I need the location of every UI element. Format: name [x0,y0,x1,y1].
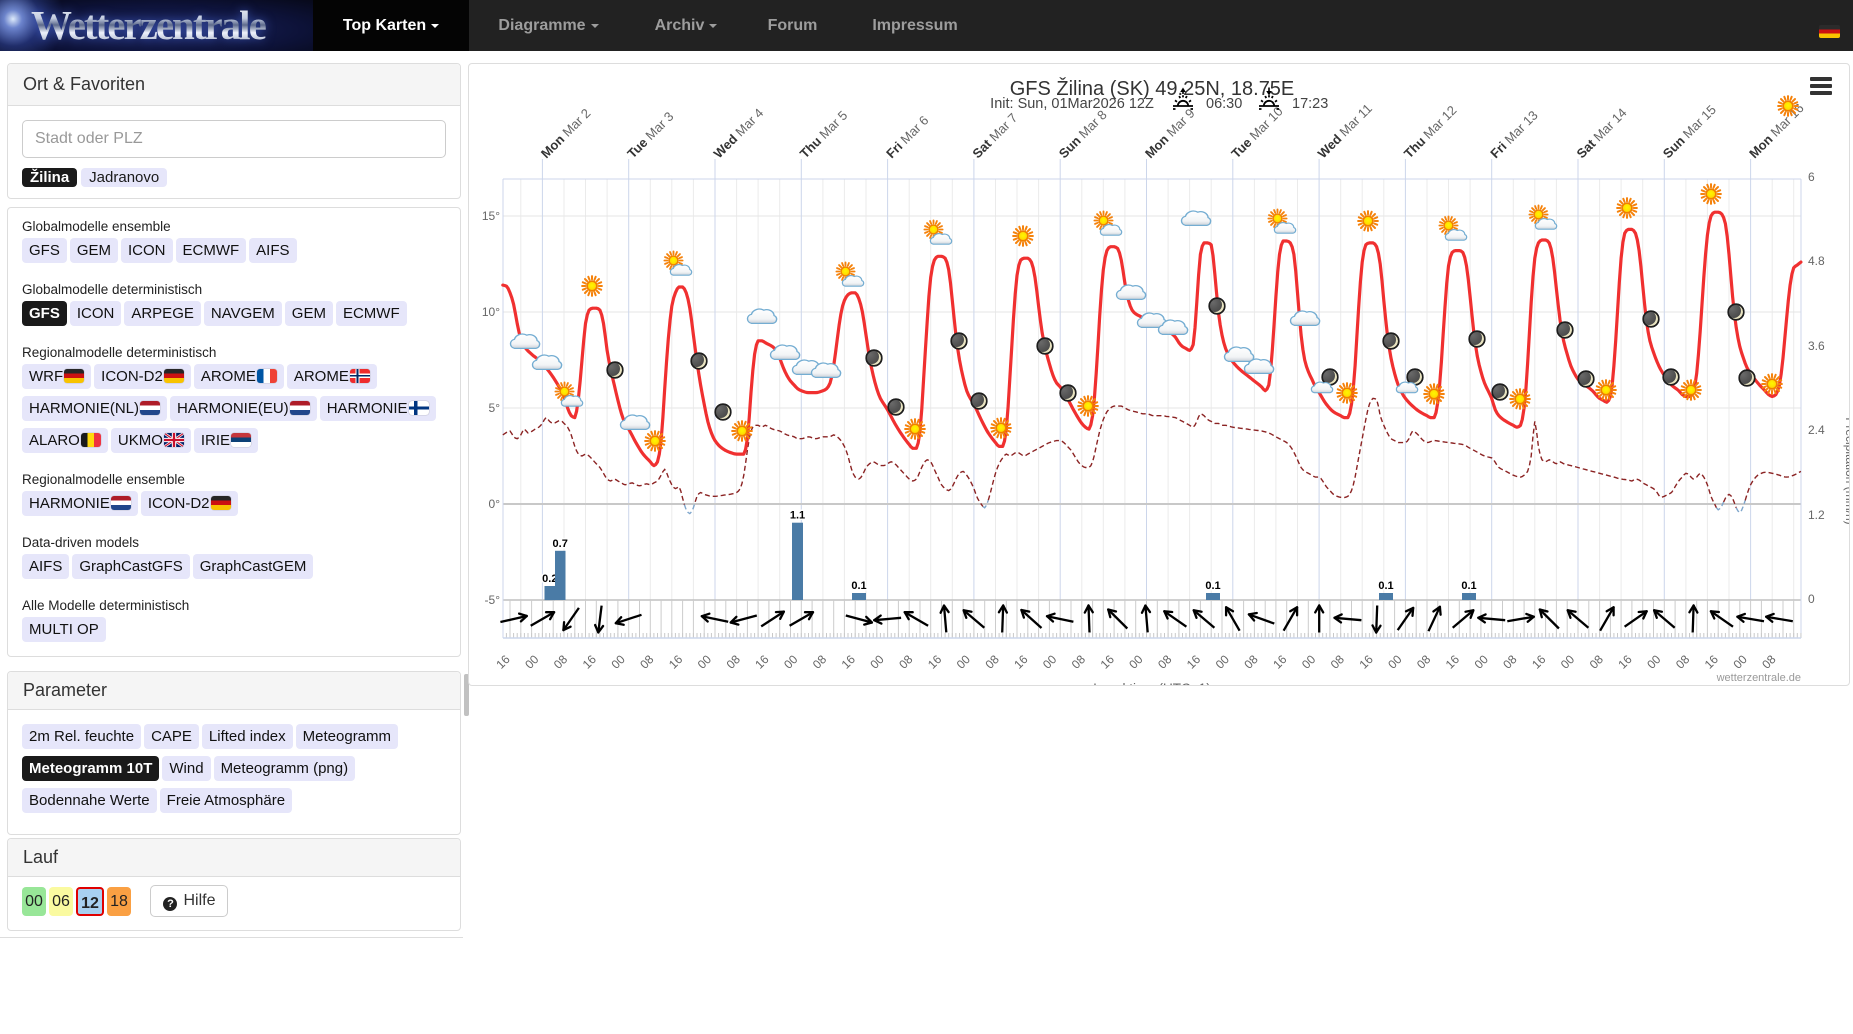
svg-text:08: 08 [1241,652,1261,672]
svg-text:-5°: -5° [485,593,501,607]
svg-text:06:30: 06:30 [1206,96,1242,112]
svg-text:16: 16 [925,652,945,672]
svg-text:17:23: 17:23 [1292,96,1328,112]
svg-text:Precipitation (mm/h): Precipitation (mm/h) [1843,417,1850,524]
svg-text:4.8: 4.8 [1808,254,1825,268]
svg-text:15°: 15° [482,209,500,223]
svg-text:00: 00 [867,652,887,672]
svg-text:08: 08 [1069,652,1089,672]
svg-text:16: 16 [493,652,513,672]
svg-text:08: 08 [1414,652,1434,672]
svg-text:16: 16 [1615,652,1635,672]
svg-text:00: 00 [1558,652,1578,672]
svg-text:wetterzentrale.de: wetterzentrale.de [1716,672,1801,684]
svg-text:16: 16 [1702,652,1722,672]
svg-text:00: 00 [954,652,974,672]
svg-text:16: 16 [666,652,686,672]
svg-text:1.1: 1.1 [790,510,805,522]
svg-text:Fri Mar 13: Fri Mar 13 [1487,108,1541,162]
svg-text:08: 08 [1759,652,1779,672]
svg-text:Tue Mar 3: Tue Mar 3 [624,109,676,161]
svg-text:0: 0 [1808,592,1815,606]
svg-text:3.6: 3.6 [1808,339,1825,353]
svg-text:Local time (UTC+1): Local time (UTC+1) [1093,681,1210,686]
svg-text:Tue Mar 10: Tue Mar 10 [1228,104,1285,161]
svg-text:0°: 0° [489,497,501,511]
svg-text:08: 08 [1587,652,1607,672]
svg-text:16: 16 [752,652,772,672]
svg-text:00: 00 [1730,652,1750,672]
svg-text:00: 00 [695,652,715,672]
svg-text:00: 00 [522,652,542,672]
svg-text:Fri Mar 6: Fri Mar 6 [883,113,931,161]
svg-text:0.1: 0.1 [1205,580,1220,592]
svg-text:00: 00 [1126,652,1146,672]
svg-text:08: 08 [896,652,916,672]
svg-text:08: 08 [551,652,571,672]
svg-text:0.1: 0.1 [1461,580,1476,592]
svg-text:00: 00 [1213,652,1233,672]
svg-text:Sun Mar 15: Sun Mar 15 [1660,102,1719,161]
svg-text:16: 16 [839,652,859,672]
svg-text:08: 08 [1500,652,1520,672]
svg-text:0.1: 0.1 [851,580,866,592]
svg-text:Thu Mar 5: Thu Mar 5 [797,108,851,162]
svg-text:08: 08 [1155,652,1175,672]
svg-text:08: 08 [1328,652,1348,672]
svg-text:0.1: 0.1 [1378,580,1393,592]
svg-text:00: 00 [608,652,628,672]
svg-text:Mon Mar 2: Mon Mar 2 [538,106,594,162]
svg-text:Thu Mar 12: Thu Mar 12 [1401,102,1460,161]
svg-text:Mon Mar 9: Mon Mar 9 [1142,106,1198,162]
svg-text:16: 16 [1184,652,1204,672]
svg-text:08: 08 [724,652,744,672]
svg-text:08: 08 [810,652,830,672]
svg-text:00: 00 [1040,652,1060,672]
svg-text:Wed Mar 4: Wed Mar 4 [711,105,767,161]
svg-text:08: 08 [637,652,657,672]
svg-text:Sun Mar 8: Sun Mar 8 [1056,107,1110,161]
svg-text:2.4: 2.4 [1808,423,1825,437]
svg-text:00: 00 [1299,652,1319,672]
svg-text:10°: 10° [482,305,500,319]
svg-text:00: 00 [1472,652,1492,672]
svg-text:00: 00 [1644,652,1664,672]
svg-text:16: 16 [1011,652,1031,672]
svg-text:16: 16 [1098,652,1118,672]
svg-text:00: 00 [1385,652,1405,672]
svg-text:5°: 5° [489,401,501,415]
svg-text:Init: Sun, 01Mar2026 12Z: Init: Sun, 01Mar2026 12Z [990,96,1154,112]
svg-text:08: 08 [982,652,1002,672]
svg-text:Sat Mar 14: Sat Mar 14 [1574,105,1630,161]
svg-text:08: 08 [1673,652,1693,672]
svg-text:Sat Mar 7: Sat Mar 7 [969,110,1020,161]
svg-text:6: 6 [1808,170,1815,184]
svg-text:16: 16 [1529,652,1549,672]
svg-text:0.7: 0.7 [553,538,568,550]
svg-text:16: 16 [1443,652,1463,672]
svg-text:16: 16 [1356,652,1376,672]
svg-text:00: 00 [781,652,801,672]
svg-text:1.2: 1.2 [1808,508,1825,522]
svg-text:16: 16 [580,652,600,672]
svg-text:16: 16 [1270,652,1290,672]
